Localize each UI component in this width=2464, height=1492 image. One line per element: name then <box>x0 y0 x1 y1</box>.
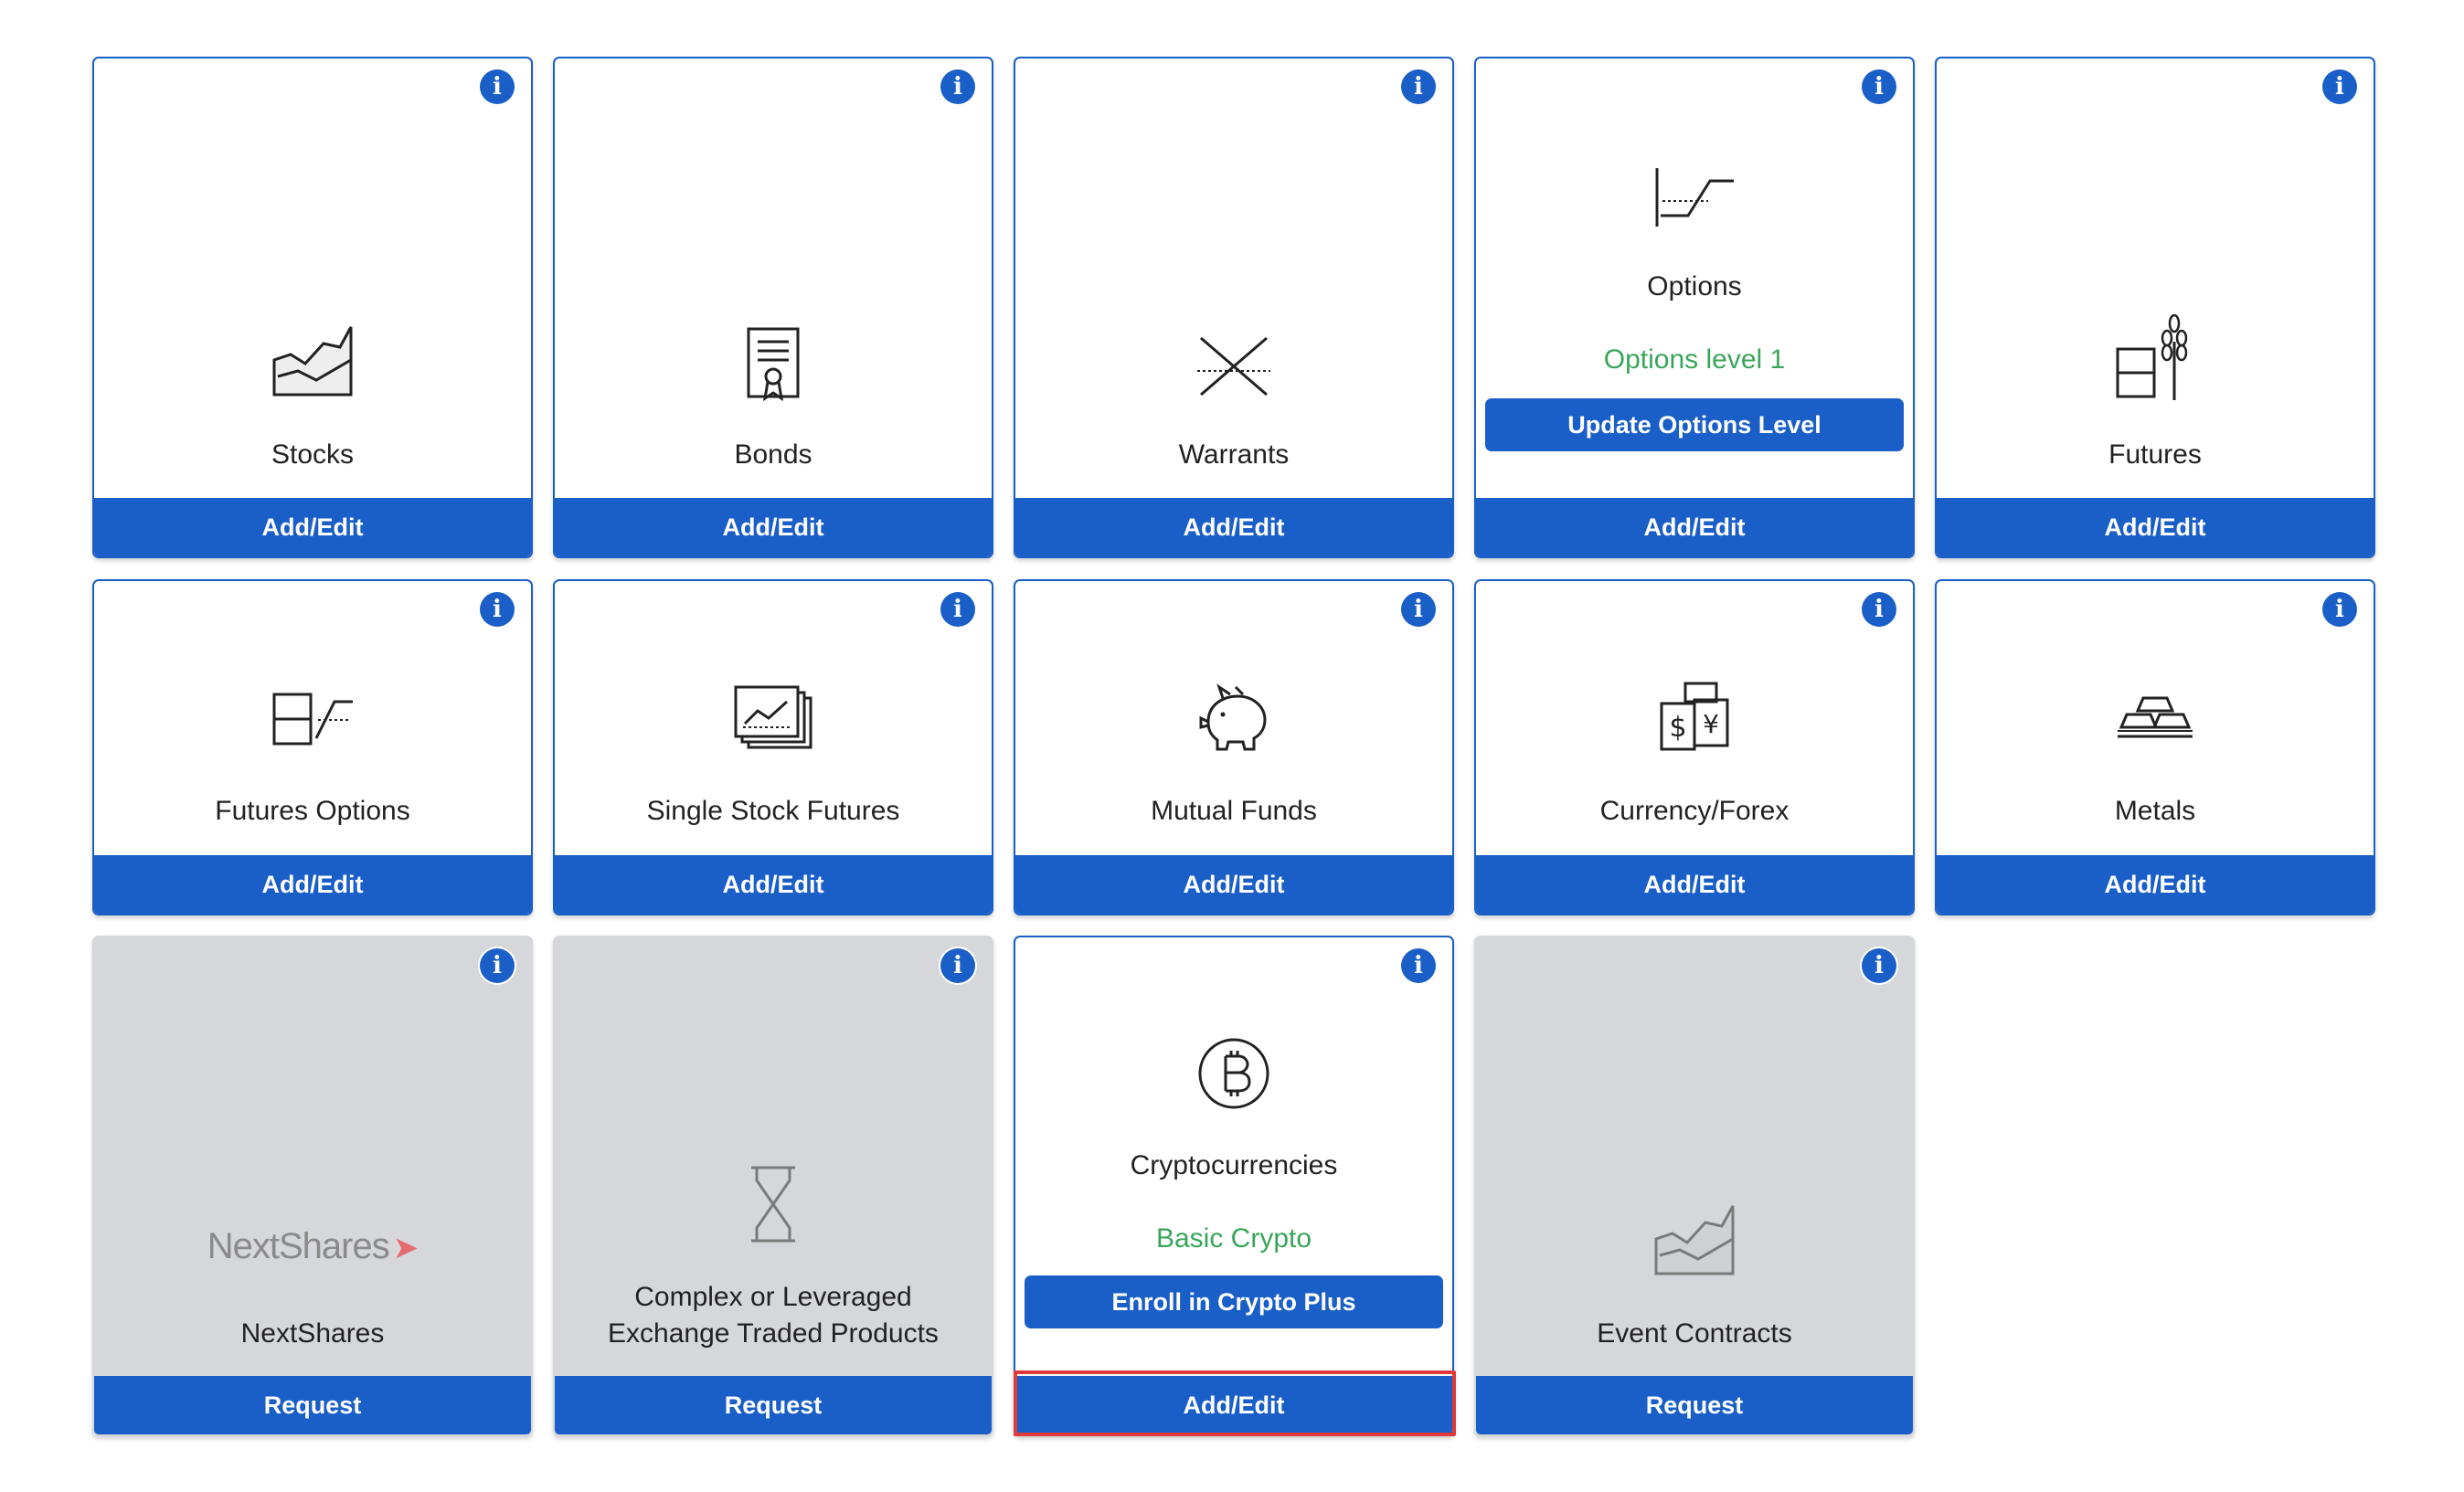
bitcoin-icon <box>1198 1038 1269 1109</box>
update-options-level-button[interactable]: Update Options Level <box>1485 398 1904 451</box>
gold-bars-icon <box>2118 696 2193 738</box>
info-icon[interactable]: i <box>2322 69 2357 104</box>
tile-label: Futures <box>2108 439 2202 470</box>
info-icon[interactable]: i <box>1401 948 1436 983</box>
futures-barrel-wheat-icon <box>2116 314 2188 400</box>
crypto-level-status: Basic Crypto <box>1155 1223 1312 1254</box>
options-payoff-icon <box>1655 168 1734 227</box>
request-button[interactable]: Request <box>555 1376 992 1434</box>
hourglass-icon <box>751 1166 795 1243</box>
warrants-cross-icon <box>1197 336 1270 397</box>
info-icon[interactable]: i <box>480 948 515 983</box>
tile-label: Single Stock Futures <box>646 796 900 826</box>
tile-mutual-funds: i Mutual Funds Add/Edit <box>1014 579 1454 915</box>
tile-bonds: i Bonds Add/Edit <box>553 57 993 558</box>
add-edit-button[interactable]: Add/Edit <box>94 498 531 556</box>
enroll-crypto-plus-button[interactable]: Enroll in Crypto Plus <box>1025 1275 1443 1328</box>
futures-options-icon <box>272 693 353 746</box>
tile-label: Stocks <box>271 439 355 470</box>
bond-certificate-icon <box>747 327 800 402</box>
add-edit-button[interactable]: Add/Edit <box>1937 498 2374 556</box>
info-icon[interactable]: i <box>2322 592 2357 627</box>
info-icon[interactable]: i <box>940 69 975 104</box>
currency-notes-icon: $ ¥ <box>1660 682 1729 751</box>
add-edit-button[interactable]: Add/Edit <box>555 498 992 556</box>
tile-stocks: i Stocks Add/Edit <box>92 57 533 558</box>
nextshares-logo-icon: NextShares ➤ <box>94 1226 531 1267</box>
tile-label: Bonds <box>734 439 812 470</box>
info-icon[interactable]: i <box>940 948 975 983</box>
svg-text:$: $ <box>1669 712 1686 744</box>
tile-warrants: i Warrants Add/Edit <box>1014 57 1454 558</box>
single-stock-futures-icon <box>734 685 812 749</box>
tile-event-contracts: i Event Contracts Request <box>1474 936 1915 1436</box>
stocks-chart-icon <box>272 326 353 397</box>
highlight-box <box>1014 1370 1456 1436</box>
info-icon[interactable]: i <box>1862 69 1896 104</box>
tile-futures: i Futures Add/Edit <box>1935 57 2375 558</box>
info-icon[interactable]: i <box>1862 948 1896 983</box>
tile-label: NextShares <box>240 1318 385 1349</box>
tile-nextshares: i NextShares ➤ NextShares Request <box>92 936 533 1436</box>
tile-label: Metals <box>2114 796 2196 826</box>
piggy-bank-icon <box>1199 683 1267 751</box>
event-contracts-chart-icon <box>1654 1205 1735 1275</box>
tile-label-line2: Exchange Traded Products <box>608 1318 939 1349</box>
tile-label: Cryptocurrencies <box>1130 1150 1338 1180</box>
info-icon[interactable]: i <box>480 69 515 104</box>
info-icon[interactable]: i <box>940 592 975 627</box>
arrow-icon: ➤ <box>392 1231 419 1265</box>
tile-single-stock-futures: i Single Stock Futures Add/Edit <box>553 579 993 915</box>
tile-label: Event Contracts <box>1597 1318 1792 1349</box>
add-edit-button[interactable]: Add/Edit <box>1476 855 1913 914</box>
info-icon[interactable]: i <box>1862 592 1896 627</box>
request-button[interactable]: Request <box>1476 1376 1913 1434</box>
tile-label: Mutual Funds <box>1151 796 1317 826</box>
add-edit-button[interactable]: Add/Edit <box>1015 855 1452 914</box>
add-edit-button[interactable]: Add/Edit <box>1476 498 1913 556</box>
tile-label: Options <box>1647 271 1742 302</box>
add-edit-button[interactable]: Add/Edit <box>1015 498 1452 556</box>
tile-cryptocurrencies: i Cryptocurrencies Basic Crypto Enroll i… <box>1014 936 1454 1436</box>
tile-label: Futures Options <box>215 796 410 826</box>
options-level-status: Options level 1 <box>1603 344 1786 375</box>
info-icon[interactable]: i <box>480 592 515 627</box>
tile-label: Currency/Forex <box>1599 796 1790 826</box>
tile-futures-options: i Futures Options Add/Edit <box>92 579 533 915</box>
tile-options: i Options Options level 1 Update Options… <box>1474 57 1915 558</box>
svg-text:¥: ¥ <box>1703 709 1719 739</box>
tile-label-line1: Complex or Leveraged <box>634 1282 912 1312</box>
info-icon[interactable]: i <box>1401 69 1436 104</box>
tile-complex-etp: i Complex or Leveraged Exchange Traded P… <box>553 936 993 1436</box>
nextshares-logo-text: NextShares <box>207 1226 390 1266</box>
tile-label: Warrants <box>1178 439 1290 470</box>
add-edit-button[interactable]: Add/Edit <box>94 855 531 914</box>
info-icon[interactable]: i <box>1401 592 1436 627</box>
request-button[interactable]: Request <box>94 1376 531 1434</box>
tile-currency-forex: i $ ¥ Currency/Forex Add/Edit <box>1474 579 1915 915</box>
tile-metals: i Metals Add/Edit <box>1935 579 2375 915</box>
add-edit-button[interactable]: Add/Edit <box>1937 855 2374 914</box>
add-edit-button[interactable]: Add/Edit <box>555 855 992 914</box>
